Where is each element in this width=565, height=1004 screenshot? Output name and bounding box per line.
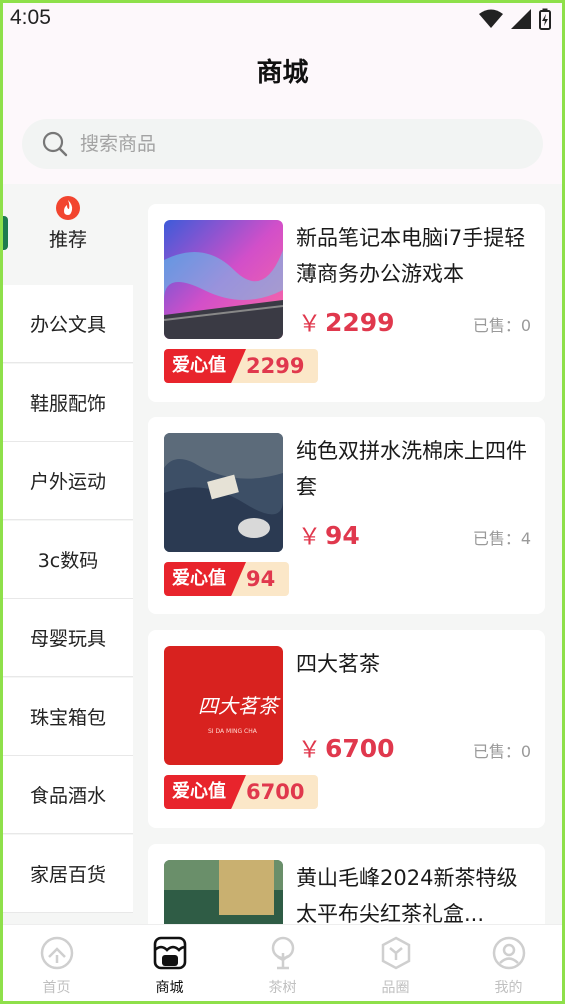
search-icon [42, 131, 68, 157]
tab-tea-tree[interactable]: 茶树 [226, 925, 339, 1004]
sidebar-item-recommend[interactable]: 推荐 [0, 184, 133, 262]
sidebar-item-label: 家居百货 [29, 864, 106, 886]
product-image-bedding [164, 433, 283, 552]
status-time: 4:05 [10, 6, 51, 29]
search-bar [0, 108, 565, 184]
shop-icon [153, 936, 186, 970]
product-card[interactable]: 纯色双拼水洗棉床上四件套 ￥ 94 已售：4 爱心值 94 [148, 417, 545, 614]
bottom-tab-bar: 首页 商城 茶树 品圈 我的 [0, 924, 565, 1004]
page-header: 商城 [0, 38, 565, 108]
sold-count: 已售：4 [472, 529, 531, 548]
product-card[interactable]: 四大茗茶 SI DA MING CHA 四大茗茶 ￥ 6700 已售：0 爱心值 … [148, 630, 545, 828]
search-input[interactable] [80, 133, 480, 155]
currency-symbol: ￥ [298, 737, 321, 763]
product-title: 纯色双拼水洗棉床上四件套 [296, 439, 527, 499]
tab-label: 茶树 [268, 980, 297, 996]
price-value: 6700 [325, 734, 395, 763]
circle-icon [381, 936, 410, 970]
product-card[interactable]: 黄山毛峰2024新茶特级太平布尖红茶礼盒... [148, 844, 545, 924]
search-box[interactable] [22, 119, 543, 169]
sidebar-item-jewelry[interactable]: 珠宝箱包 [3, 678, 133, 756]
product-price: ￥ 2299 [298, 304, 395, 338]
sidebar-item-baby[interactable]: 母婴玩具 [3, 599, 133, 677]
price-value: 2299 [325, 308, 395, 337]
product-title: 新品笔记本电脑i7手提轻薄商务办公游戏本 [296, 226, 526, 286]
tab-shop[interactable]: 商城 [113, 925, 226, 1004]
sold-count: 已售：0 [472, 316, 531, 335]
tab-home[interactable]: 首页 [0, 925, 113, 1004]
tab-label: 品圈 [381, 980, 410, 996]
love-value-tag: 爱心值 94 [164, 562, 290, 596]
product-title: 黄山毛峰2024新茶特级太平布尖红茶礼盒... [296, 866, 518, 924]
love-value: 6700 [232, 775, 319, 809]
tea-brand-subtext: SI DA MING CHA [208, 728, 257, 735]
product-image-tea-gift [164, 860, 283, 924]
tree-icon [271, 936, 294, 970]
product-price: ￥ 94 [298, 517, 360, 551]
active-indicator [0, 216, 8, 250]
battery-icon [539, 8, 551, 30]
sidebar-item-apparel[interactable]: 鞋服配饰 [3, 364, 133, 442]
product-image-laptop [164, 220, 283, 339]
category-sidebar: 推荐 办公文具 鞋服配饰 户外运动 3c数码 母婴玩具 珠宝箱包 食品酒水 家居… [0, 184, 133, 924]
currency-symbol: ￥ [298, 524, 321, 550]
tab-profile[interactable]: 我的 [452, 925, 565, 1004]
sidebar-item-label: 户外运动 [29, 471, 106, 493]
sidebar-item-label: 3c数码 [37, 550, 99, 572]
sidebar-item-label: 珠宝箱包 [29, 707, 106, 729]
sold-count: 已售：0 [472, 742, 531, 761]
home-icon [40, 936, 73, 970]
sidebar-item-outdoor[interactable]: 户外运动 [3, 442, 133, 520]
sidebar-item-label: 办公文具 [29, 314, 106, 336]
love-value-tag: 爱心值 6700 [164, 775, 319, 809]
sidebar-item-label: 母婴玩具 [29, 628, 106, 650]
sidebar-item-food[interactable]: 食品酒水 [3, 756, 133, 834]
product-title: 四大茗茶 [296, 652, 380, 676]
sidebar-item-label: 推荐 [48, 228, 87, 251]
signal-icon [511, 9, 531, 29]
status-icons [479, 8, 551, 30]
product-image-tea: 四大茗茶 SI DA MING CHA [164, 646, 283, 765]
sidebar-item-home[interactable]: 家居百货 [3, 835, 133, 913]
product-card[interactable]: 新品笔记本电脑i7手提轻薄商务办公游戏本 ￥ 2299 已售：0 爱心值 2299 [148, 204, 545, 402]
main-content: 推荐 办公文具 鞋服配饰 户外运动 3c数码 母婴玩具 珠宝箱包 食品酒水 家居… [0, 184, 565, 924]
tab-label: 首页 [42, 980, 71, 996]
tea-brand-text: 四大茗茶 [198, 694, 278, 718]
sidebar-item-office[interactable]: 办公文具 [3, 285, 133, 363]
sidebar-item-label: 食品酒水 [29, 785, 106, 807]
price-value: 94 [325, 521, 360, 550]
product-price: ￥ 6700 [298, 730, 395, 764]
tab-circle[interactable]: 品圈 [339, 925, 452, 1004]
page-title: 商城 [256, 58, 309, 88]
currency-symbol: ￥ [298, 311, 321, 337]
sidebar-item-digital[interactable]: 3c数码 [3, 521, 133, 599]
status-bar: 4:05 [0, 0, 565, 38]
profile-icon [492, 936, 525, 970]
tab-label: 商城 [155, 980, 184, 996]
fire-icon [56, 195, 80, 220]
wifi-icon [479, 9, 503, 28]
love-value: 2299 [232, 349, 319, 383]
sidebar-item-label: 鞋服配饰 [29, 393, 106, 415]
tab-label: 我的 [494, 980, 523, 996]
love-value-tag: 爱心值 2299 [164, 349, 319, 383]
